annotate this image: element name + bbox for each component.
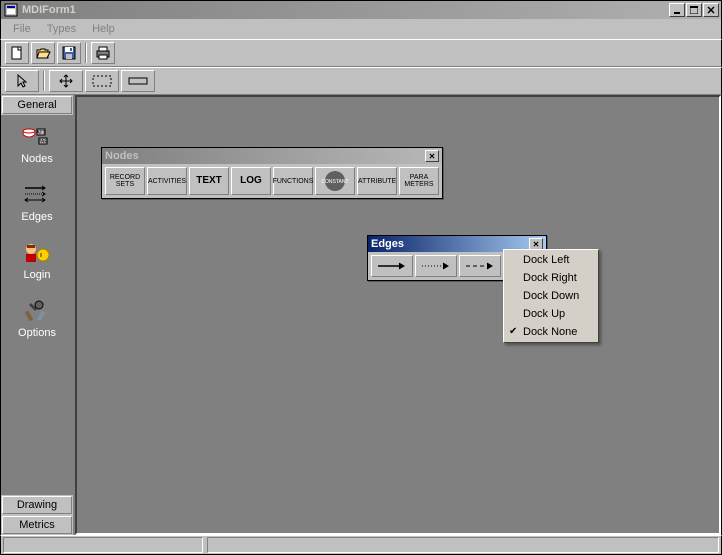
new-button[interactable] (5, 42, 29, 64)
sidebar-tab-metrics[interactable]: Metrics (2, 516, 72, 534)
node-log[interactable]: LOG (231, 167, 271, 195)
save-button[interactable] (57, 42, 81, 64)
sidebar-item-label: Login (24, 269, 51, 281)
login-icon (21, 241, 53, 265)
status-pane-2 (207, 537, 719, 553)
context-dock-right[interactable]: Dock Right (505, 269, 597, 287)
sidebar-tab-drawing[interactable]: Drawing (2, 496, 72, 514)
nodes-toolbar[interactable]: Nodes ✕ RECORD SETS ACTIVITIES TEXT LOG … (101, 147, 443, 199)
selection-tool[interactable] (85, 70, 119, 92)
context-dock-left[interactable]: Dock Left (505, 251, 597, 269)
menu-types[interactable]: Types (39, 21, 84, 37)
menu-file[interactable]: File (5, 21, 39, 37)
titlebar: MDIForm1 (0, 0, 722, 19)
nodes-toolbar-title[interactable]: Nodes ✕ (102, 148, 442, 164)
maximize-button[interactable] (686, 3, 702, 17)
dock-context-menu: Dock Left Dock Right Dock Down Dock Up ✔… (503, 249, 599, 343)
sidebar-item-label: Nodes (21, 153, 53, 165)
svg-text:ATT: ATT (36, 130, 45, 136)
pointer-tool[interactable] (5, 70, 39, 92)
sidebar-item-nodes[interactable]: ATT PAR Nodes (21, 125, 53, 165)
node-parameters[interactable]: PARA METERS (399, 167, 439, 195)
node-recordsets[interactable]: RECORD SETS (105, 167, 145, 195)
toolbar-separator (85, 43, 87, 63)
minimize-button[interactable] (669, 3, 685, 17)
edges-icon (21, 183, 53, 207)
node-text[interactable]: TEXT (189, 167, 229, 195)
sidebar-item-options[interactable]: Options (18, 299, 56, 339)
sidebar-item-login[interactable]: Login (21, 241, 53, 281)
app-icon (3, 2, 19, 18)
sidebar-item-label: Edges (21, 211, 52, 223)
edge-dotted[interactable] (415, 255, 457, 277)
nodes-toolbar-title-text: Nodes (105, 150, 425, 162)
window-title: MDIForm1 (22, 4, 669, 16)
nodes-icon: ATT PAR (21, 125, 53, 149)
nodes-toolbar-close[interactable]: ✕ (425, 150, 439, 162)
close-button[interactable] (703, 3, 719, 17)
open-button[interactable] (31, 42, 55, 64)
options-icon (21, 299, 53, 323)
check-icon: ✔ (509, 326, 517, 337)
context-dock-down[interactable]: Dock Down (505, 287, 597, 305)
sidebar-tab-general[interactable]: General (2, 96, 72, 114)
node-functions[interactable]: FUNCTIONS (273, 167, 313, 195)
toolbar-separator (43, 71, 45, 91)
menubar: File Types Help (0, 19, 722, 39)
svg-text:PAR: PAR (38, 139, 48, 145)
menu-help[interactable]: Help (84, 21, 123, 37)
edge-solid[interactable] (371, 255, 413, 277)
sidebar-content: ATTPAR Nodes Edges Login Optio (1, 115, 73, 495)
sidebar-item-label: Options (18, 327, 56, 339)
toolbar-tools (0, 67, 722, 95)
context-dock-up[interactable]: Dock Up (505, 305, 597, 323)
print-button[interactable] (91, 42, 115, 64)
statusbar (0, 535, 722, 555)
move-tool[interactable] (49, 70, 83, 92)
node-activities[interactable]: ACTIVITIES (147, 167, 187, 195)
node-attribute[interactable]: ATTRIBUTE (357, 167, 397, 195)
sidebar-item-edges[interactable]: Edges (21, 183, 53, 223)
toolbar-main (0, 39, 722, 67)
rect-tool[interactable] (121, 70, 155, 92)
svg-text:CONSTANT: CONSTANT (321, 179, 348, 185)
sidebar: General ATT PAR Nodes Edges Login (1, 95, 75, 535)
status-pane-1 (3, 537, 203, 553)
edge-dashed[interactable] (459, 255, 501, 277)
context-dock-none[interactable]: ✔Dock None (505, 323, 597, 341)
node-constant[interactable]: CONSTANT (315, 167, 355, 195)
mdi-canvas[interactable]: Nodes ✕ RECORD SETS ACTIVITIES TEXT LOG … (75, 95, 721, 535)
